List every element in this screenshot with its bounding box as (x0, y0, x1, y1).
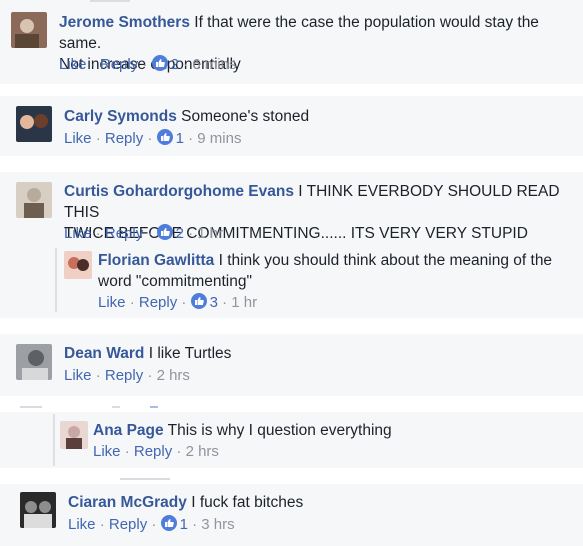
divider-stub (20, 406, 42, 408)
divider-stub (150, 406, 158, 408)
reply-body: Florian Gawlitta I think you should thin… (98, 250, 578, 292)
comment-text: I fuck fat bitches (191, 494, 304, 511)
comment-actions: Like · Reply · 1 · 9 mins (64, 129, 242, 147)
reply-link[interactable]: Reply (134, 443, 172, 460)
avatar[interactable] (11, 12, 47, 48)
reply-time[interactable]: 1 hr (231, 294, 257, 311)
reply-link[interactable]: Reply (105, 130, 143, 147)
reactions-count[interactable]: 2 (151, 55, 179, 73)
thumbs-up-icon (190, 293, 207, 309)
comment-time[interactable]: 9 mins (197, 130, 241, 147)
reply-link[interactable]: Reply (100, 56, 138, 73)
like-link[interactable]: Like (64, 367, 92, 384)
comment-actions: Like · Reply · 2 · 6 mins (59, 55, 237, 73)
reactions-count[interactable]: 3 (190, 293, 218, 311)
avatar-image (60, 421, 88, 449)
reply-thread-line (53, 414, 55, 466)
reply-text: I think you should think about the meani… (218, 252, 553, 269)
comment-time[interactable]: 2 hrs (157, 367, 190, 384)
comment-actions: Like · Reply · 2 hrs (64, 367, 190, 384)
comment-time[interactable]: 1 hr (197, 225, 223, 242)
reply-text-line2: word "commitmenting" (98, 273, 252, 290)
reactions-count[interactable]: 1 (156, 129, 184, 147)
reply-author[interactable]: Florian Gawlitta (98, 252, 214, 269)
reply-link[interactable]: Reply (109, 516, 147, 533)
comment-actions: Like · Reply · 1 · 3 hrs (68, 515, 235, 533)
avatar[interactable] (16, 182, 52, 218)
like-link[interactable]: Like (59, 56, 87, 73)
comment-time[interactable]: 6 mins (192, 56, 236, 73)
comment-author[interactable]: Curtis Gohardorgohome Evans (64, 183, 294, 200)
reply-actions: Like · Reply · 3 · 1 hr (98, 293, 258, 311)
reactions-count[interactable]: 1 (160, 515, 188, 533)
reply-thread-line (55, 248, 57, 312)
reply-author[interactable]: Ana Page (93, 422, 164, 439)
avatar[interactable] (60, 421, 88, 449)
avatar[interactable] (16, 344, 52, 380)
like-link[interactable]: Like (98, 294, 126, 311)
thumbs-up-icon (156, 224, 173, 240)
avatar-image (64, 251, 92, 279)
comment-body: Carly Symonds Someone's stoned (64, 106, 564, 127)
avatar[interactable] (64, 251, 92, 279)
avatar[interactable] (16, 106, 52, 142)
reply-link[interactable]: Reply (105, 367, 143, 384)
comment-author[interactable]: Ciaran McGrady (68, 494, 187, 511)
comment-time[interactable]: 3 hrs (201, 516, 234, 533)
avatar-image (16, 106, 52, 142)
thumbs-up-icon (160, 515, 177, 531)
reply-link[interactable]: Reply (139, 294, 177, 311)
comment-author[interactable]: Carly Symonds (64, 108, 177, 125)
reply-time[interactable]: 2 hrs (186, 443, 219, 460)
like-link[interactable]: Like (93, 443, 121, 460)
reply-actions: Like · Reply · 2 hrs (93, 443, 219, 460)
comment-actions: Like · Reply · 2 · 1 hr (64, 224, 224, 242)
avatar-image (11, 12, 47, 48)
comment-body: Dean Ward I like Turtles (64, 343, 564, 364)
divider-stub (112, 406, 120, 408)
like-link[interactable]: Like (64, 225, 92, 242)
divider-stub (90, 0, 130, 2)
comment-body: Ciaran McGrady I fuck fat bitches (68, 492, 568, 513)
comment-author[interactable]: Jerome Smothers (59, 14, 190, 31)
comment-text: Someone's stoned (181, 108, 310, 125)
thumbs-up-icon (151, 55, 168, 71)
thumbs-up-icon (156, 129, 173, 145)
avatar-image (16, 344, 52, 380)
comment-author[interactable]: Dean Ward (64, 345, 144, 362)
avatar[interactable] (20, 492, 56, 528)
reactions-count[interactable]: 2 (156, 224, 184, 242)
comment-text: I like Turtles (148, 345, 232, 362)
divider-stub (120, 478, 170, 480)
reply-link[interactable]: Reply (105, 225, 143, 242)
avatar-image (16, 182, 52, 218)
like-link[interactable]: Like (64, 130, 92, 147)
reply-body: Ana Page This is why I question everythi… (93, 420, 573, 441)
like-link[interactable]: Like (68, 516, 96, 533)
avatar-image (20, 492, 56, 528)
reply-text: This is why I question everything (167, 422, 392, 439)
